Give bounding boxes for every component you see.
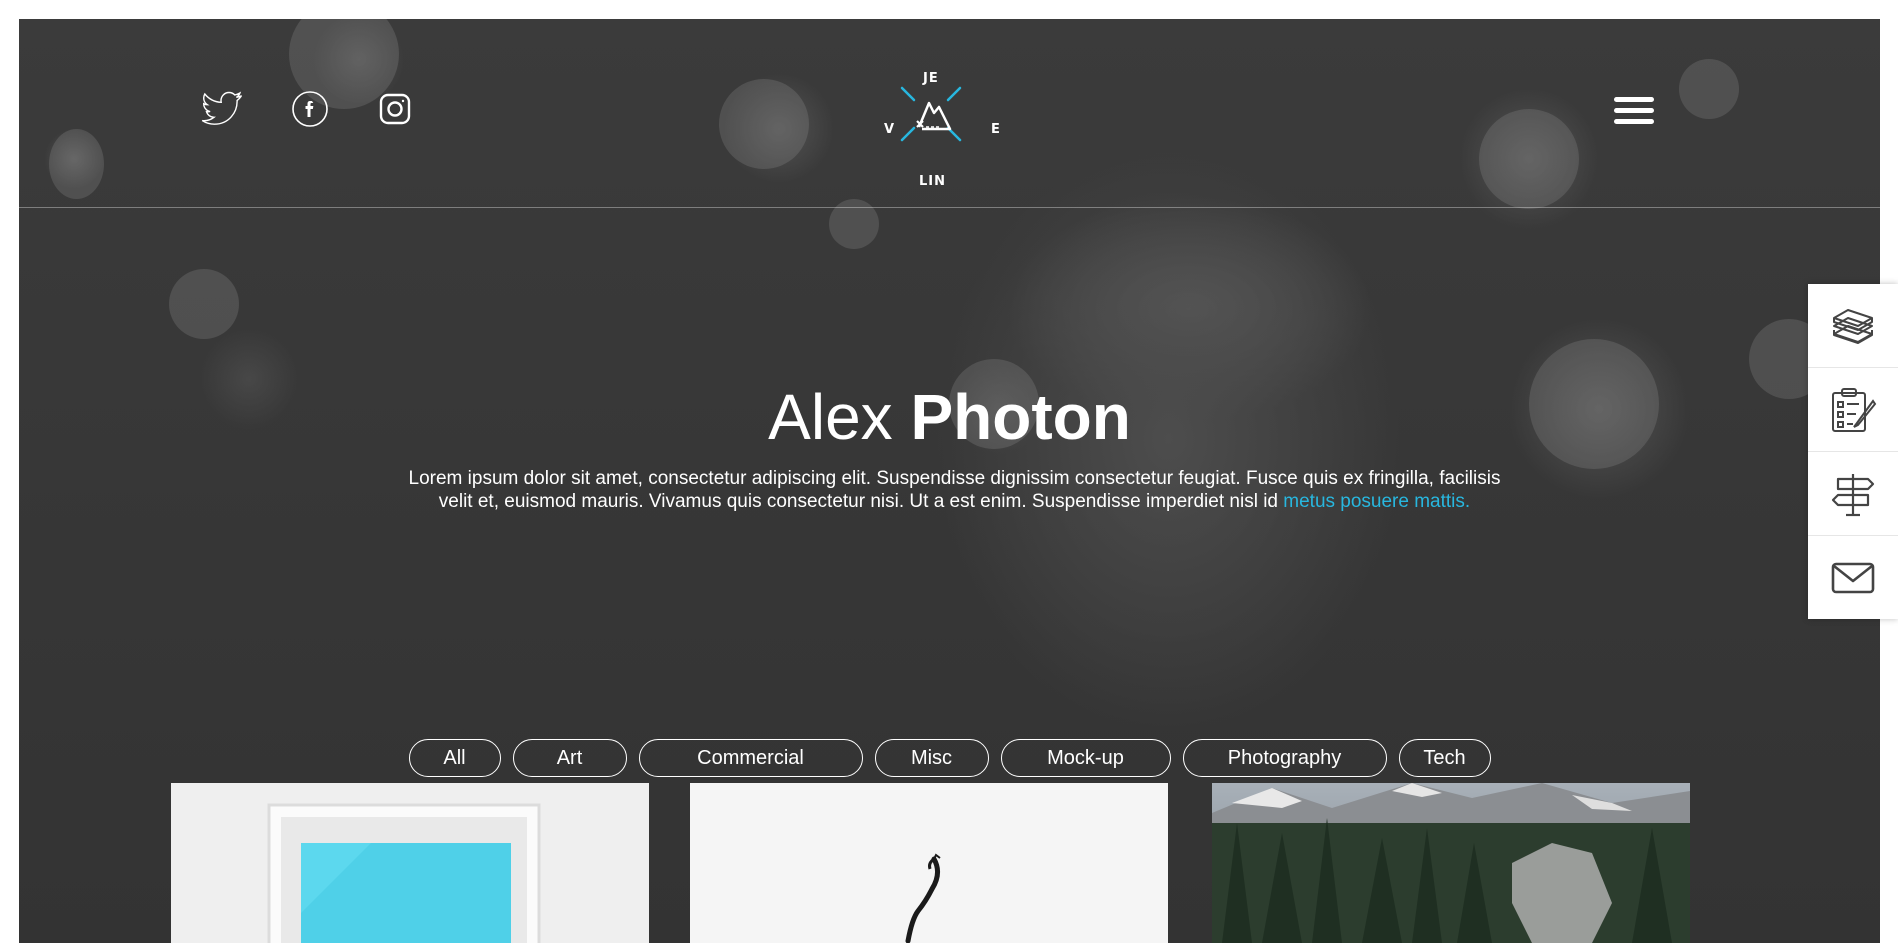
logo-letter-left: V <box>884 122 896 137</box>
logo-letter-top: JE <box>923 71 939 86</box>
facebook-icon[interactable] <box>288 87 332 131</box>
signpost-icon <box>1831 473 1875 516</box>
books-icon <box>1833 308 1873 344</box>
site-logo[interactable]: JE V E LIN <box>866 49 1000 189</box>
portfolio-filter-bar: All Art Commercial Misc Mock-up Photogra… <box>19 739 1880 777</box>
dock-item-checklist[interactable] <box>1808 368 1898 452</box>
instagram-icon[interactable] <box>373 87 417 131</box>
checklist-icon <box>1832 387 1877 432</box>
hamburger-icon[interactable] <box>1614 97 1654 129</box>
title-last-name: Photon <box>910 381 1131 453</box>
logo-letter-bottom: LIN <box>919 174 947 189</box>
filter-commercial-button[interactable]: Commercial <box>638 739 863 777</box>
filter-art-button[interactable]: Art <box>512 739 627 777</box>
title-first-name: Alex <box>768 381 893 453</box>
page-title: Alex Photon <box>19 379 1880 455</box>
portfolio-item[interactable] <box>690 783 1168 943</box>
filter-mockup-button[interactable]: Mock-up <box>1000 739 1171 777</box>
portfolio-item[interactable] <box>171 783 649 943</box>
dock-item-books[interactable] <box>1808 284 1898 368</box>
twitter-icon[interactable] <box>201 87 245 131</box>
filter-all-button[interactable]: All <box>408 739 501 777</box>
hero-description-link[interactable]: metus posuere mattis. <box>1283 491 1470 512</box>
filter-misc-button[interactable]: Misc <box>874 739 989 777</box>
dock-item-directions[interactable] <box>1808 452 1898 536</box>
dock-item-contact[interactable] <box>1808 536 1898 619</box>
hero-description: Lorem ipsum dolor sit amet, consectetur … <box>399 467 1510 513</box>
portfolio-item[interactable] <box>1212 783 1690 943</box>
site-header: JE V E LIN <box>19 19 1880 208</box>
side-dock <box>1808 284 1898 619</box>
filter-photography-button[interactable]: Photography <box>1182 739 1387 777</box>
logo-letter-right: E <box>991 122 1001 137</box>
filter-tech-button[interactable]: Tech <box>1398 739 1491 777</box>
envelope-icon <box>1831 562 1875 593</box>
